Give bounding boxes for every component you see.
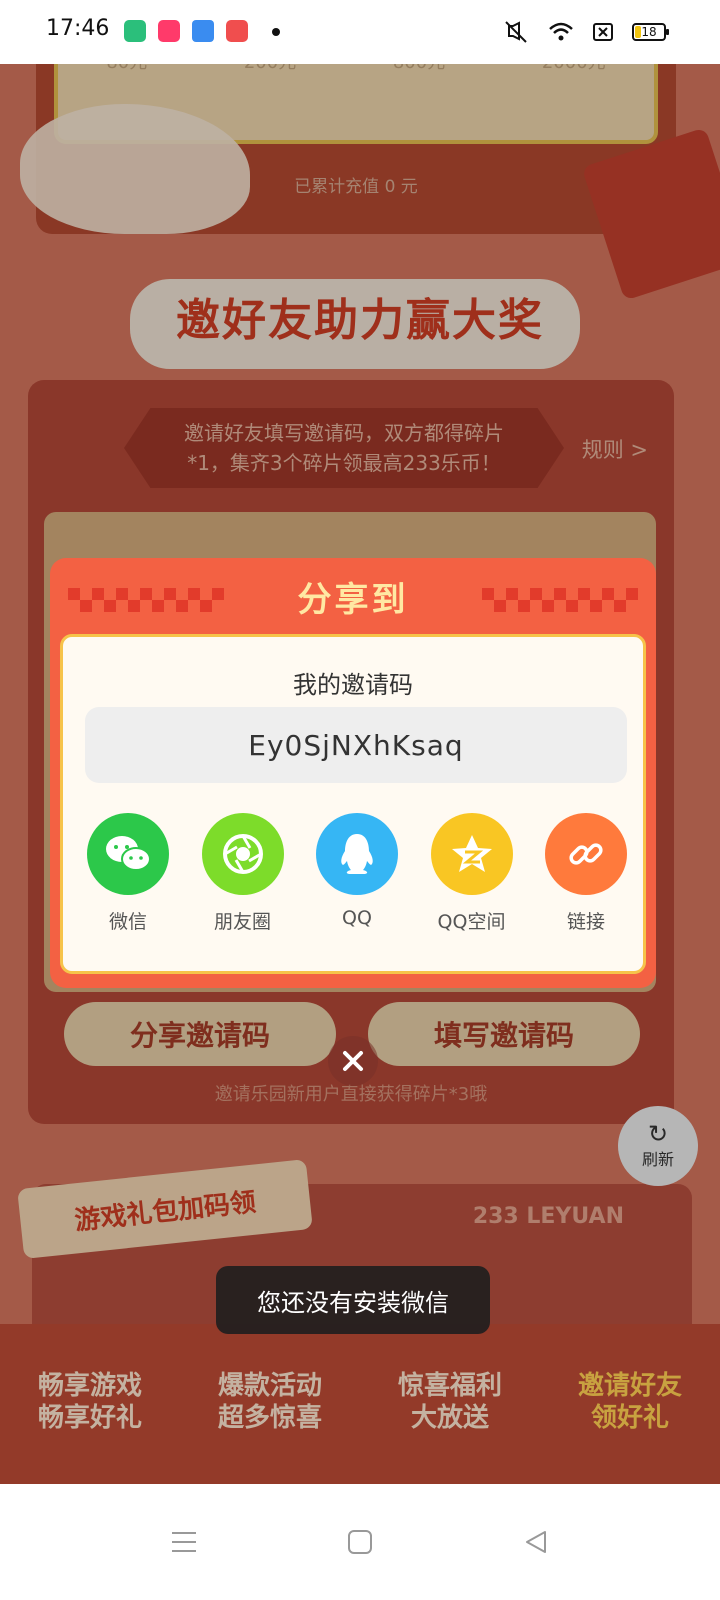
share-moments[interactable]: 朋友圈 — [198, 813, 288, 934]
share-label: 朋友圈 — [213, 911, 271, 933]
app-notification-icon — [192, 20, 214, 42]
wechat-icon[interactable] — [87, 813, 169, 895]
clock: 17:46 — [46, 16, 110, 41]
mute-icon — [505, 21, 527, 43]
home-icon — [348, 1530, 372, 1554]
back-button[interactable] — [508, 1514, 564, 1570]
share-label: 微信 — [108, 911, 147, 933]
battery-icon: 18 — [632, 23, 669, 41]
share-label: QQ空间 — [437, 911, 506, 933]
wifi-icon — [549, 22, 573, 41]
system-nav-bar — [0, 1484, 720, 1600]
share-qzone[interactable]: QQ空间 — [427, 813, 517, 934]
menu-button[interactable] — [156, 1514, 212, 1570]
invite-code-label: 我的邀请码 — [293, 671, 413, 699]
share-label: 链接 — [566, 911, 605, 933]
app-notification-icon — [158, 20, 180, 42]
invite-code-field[interactable]: Ey0SjNXhKsaq — [85, 707, 627, 783]
share-qq[interactable]: QQ — [312, 813, 402, 934]
close-dialog-button[interactable] — [328, 1036, 378, 1086]
battery-level: 18 — [641, 25, 657, 39]
share-wechat[interactable]: 微信 — [83, 813, 173, 934]
share-dialog: 分享到 我的邀请码 Ey0SjNXhKsaq 微信 朋友圈 QQ QQ空间 链接 — [50, 558, 656, 988]
menu-icon — [172, 1532, 196, 1552]
music-app-icon — [226, 20, 248, 42]
toast-message: 您还没有安装微信 — [216, 1266, 490, 1334]
close-icon — [343, 1051, 363, 1071]
dialog-body: 我的邀请码 Ey0SjNXhKsaq 微信 朋友圈 QQ QQ空间 链接 — [60, 634, 646, 974]
qq-icon[interactable] — [316, 813, 398, 895]
dialog-title: 分享到 — [297, 580, 409, 620]
link-icon[interactable] — [545, 813, 627, 895]
status-bar: 17:46 18 — [0, 0, 720, 64]
share-label: QQ — [342, 907, 372, 929]
moments-icon[interactable] — [201, 813, 284, 895]
back-icon — [526, 1531, 546, 1553]
home-button[interactable] — [332, 1514, 388, 1570]
app-notification-icon — [124, 20, 146, 42]
qzone-icon[interactable] — [430, 813, 513, 895]
sim-off-icon — [593, 23, 613, 41]
share-link[interactable]: 链接 — [541, 813, 631, 934]
share-targets: 微信 朋友圈 QQ QQ空间 链接 — [83, 813, 631, 934]
more-notifications-icon — [272, 28, 280, 36]
